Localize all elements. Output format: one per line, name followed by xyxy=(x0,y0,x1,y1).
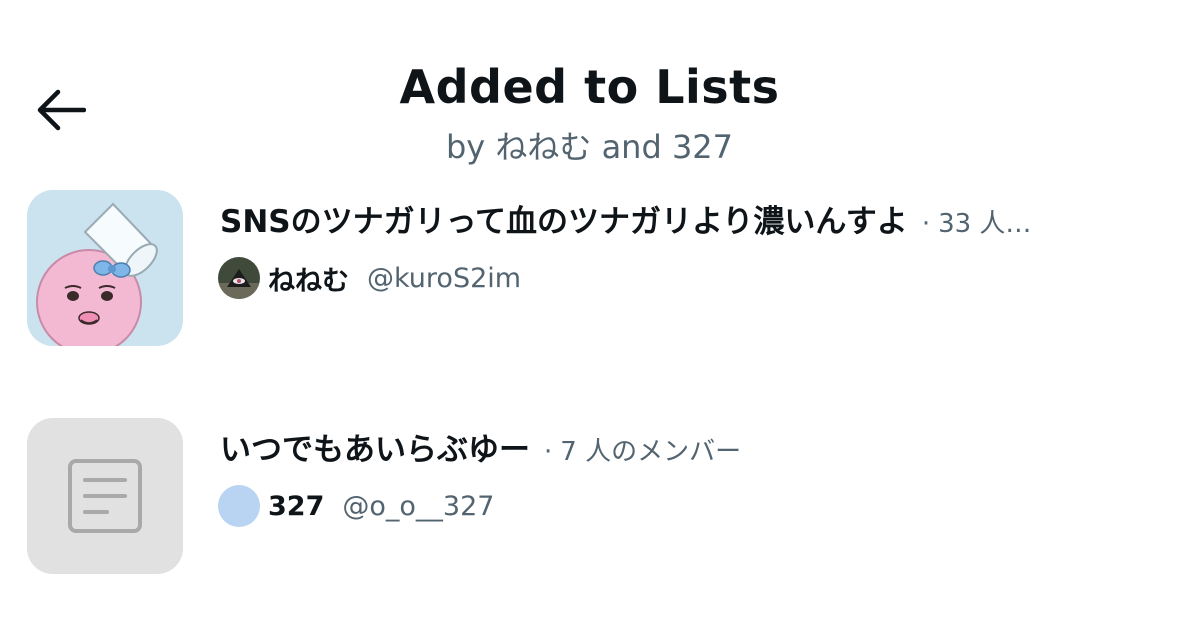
list-thumbnail xyxy=(27,190,183,346)
separator-dot: · xyxy=(921,209,931,239)
owner-avatar xyxy=(218,257,260,299)
page-title: Added to Lists xyxy=(399,60,780,114)
page-subtitle: by ねねむ and 327 xyxy=(445,128,734,166)
list-thumbnail xyxy=(27,418,183,574)
separator-dot: · xyxy=(544,437,553,467)
document-list-icon xyxy=(27,418,183,574)
list-name: SNSのツナガリって血のツナガリより濃いんすよ xyxy=(220,204,908,240)
owner-avatar xyxy=(218,485,260,527)
list-item[interactable]: いつでもあいらぶゆー · 7 人のメンバー 327 @o_o__327 xyxy=(0,408,1179,608)
list-name: いつでもあいらぶゆー xyxy=(220,432,530,468)
list-title-row: いつでもあいらぶゆー · 7 人のメンバー xyxy=(220,424,1119,469)
owner-handle: @kuroS2im xyxy=(367,262,522,294)
pink-character-icon xyxy=(27,190,183,346)
member-count: 33 人… xyxy=(938,209,1032,239)
dark-character-avatar-icon xyxy=(218,257,260,299)
owner-name: ねねむ xyxy=(268,265,349,297)
member-count: 7 人のメンバー xyxy=(560,437,742,467)
list-owner[interactable]: ねねむ @kuroS2im xyxy=(218,257,521,299)
list-owner[interactable]: 327 @o_o__327 xyxy=(218,485,494,527)
list-title-row: SNSのツナガリって血のツナガリより濃いんすよ · 33 人… xyxy=(220,196,1119,241)
owner-name: 327 xyxy=(268,490,325,522)
owner-handle: @o_o__327 xyxy=(342,490,495,522)
list-item[interactable]: SNSのツナガリって血のツナガリより濃いんすよ · 33 人… ねねむ @kur… xyxy=(0,180,1179,380)
